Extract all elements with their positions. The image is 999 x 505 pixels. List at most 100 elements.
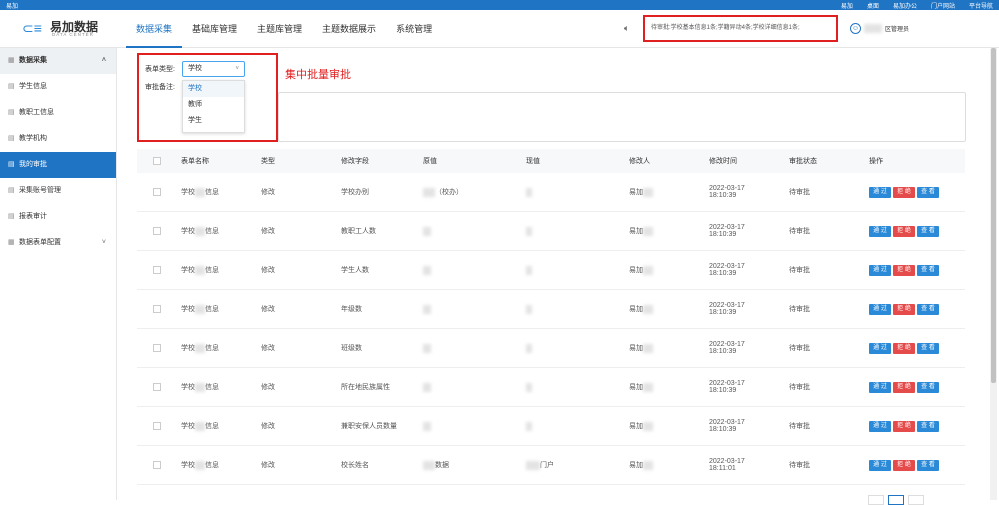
dropdown-option-teacher[interactable]: 教师 (183, 97, 244, 113)
approve-button[interactable]: 通 过 (869, 186, 891, 198)
page-scrollbar[interactable] (990, 48, 997, 500)
reject-button[interactable]: 拒 绝 (893, 225, 915, 237)
nav-tab-theme-library[interactable]: 主题库管理 (247, 10, 312, 48)
row-checkbox[interactable] (153, 305, 161, 313)
redacted-text (526, 304, 532, 314)
pagination-page[interactable] (888, 495, 904, 505)
sidebar-item[interactable]: ▦ 数据表单配置 ˅ (0, 230, 116, 256)
row-new-value (526, 173, 532, 211)
approve-button[interactable]: 通 过 (869, 420, 891, 432)
view-button[interactable]: 查 看 (917, 459, 939, 471)
batch-approval-annotation: 集中批量审批 (285, 69, 351, 81)
row-checkbox[interactable] (153, 227, 161, 235)
row-time-text: 18:10:39 (709, 426, 737, 433)
reject-button[interactable]: 拒 绝 (893, 420, 915, 432)
row-checkbox[interactable] (153, 383, 161, 391)
row-checkbox[interactable] (153, 422, 161, 430)
row-time: 2022-03-17 18:10:39 (709, 212, 745, 250)
system-link[interactable]: 易加 (841, 1, 853, 10)
select-all-checkbox[interactable] (153, 157, 161, 165)
sidebar-item[interactable]: ▤ 我的审批 (0, 152, 116, 178)
system-link[interactable]: 易加办公 (893, 1, 917, 10)
select-all-checkbox-cell[interactable] (153, 149, 161, 173)
view-button[interactable]: 查 看 (917, 303, 939, 315)
view-button[interactable]: 查 看 (917, 225, 939, 237)
view-button[interactable]: 查 看 (917, 342, 939, 354)
redacted-text (423, 382, 431, 392)
header-type: 类型 (261, 158, 275, 165)
reject-button[interactable]: 拒 绝 (893, 381, 915, 393)
approve-button[interactable]: 通 过 (869, 381, 891, 393)
row-type: 修改 (261, 267, 275, 274)
dropdown-option-school[interactable]: 学校 (183, 81, 244, 97)
redacted-text (643, 421, 653, 431)
system-link[interactable]: 门户网站 (931, 1, 955, 10)
sidebar-item-label: 数据采集 (19, 57, 47, 64)
row-checkbox[interactable] (153, 344, 161, 352)
sidebar-item[interactable]: ▤ 报表审计 (0, 204, 116, 230)
view-button[interactable]: 查 看 (917, 381, 939, 393)
sidebar-item[interactable]: ▤ 采集账号管理 (0, 178, 116, 204)
row-checkbox-cell[interactable] (153, 251, 161, 289)
reject-button[interactable]: 拒 绝 (893, 186, 915, 198)
row-checkbox[interactable] (153, 266, 161, 274)
redacted-text (643, 343, 653, 353)
row-form-name: 学校 信息 (181, 407, 219, 445)
row-checkbox-cell[interactable] (153, 212, 161, 250)
view-button[interactable]: 查 看 (917, 420, 939, 432)
nav-tab-system[interactable]: 系统管理 (386, 10, 442, 48)
row-checkbox-cell[interactable] (153, 290, 161, 328)
view-button[interactable]: 查 看 (917, 186, 939, 198)
reject-button[interactable]: 拒 绝 (893, 264, 915, 276)
reject-button[interactable]: 拒 绝 (893, 342, 915, 354)
nav-tab-base-library[interactable]: 基础库管理 (182, 10, 247, 48)
row-checkbox[interactable] (153, 188, 161, 196)
table-header-row: 表单名称 类型 修改字段 原值 现值 修改人 修改时间 审批状态 操作 (137, 149, 965, 173)
reject-button[interactable]: 拒 绝 (893, 303, 915, 315)
system-link[interactable]: 平台导航 (969, 1, 993, 10)
approve-button[interactable]: 通 过 (869, 342, 891, 354)
row-checkbox-cell[interactable] (153, 407, 161, 445)
row-form-name: 学校 信息 (181, 251, 219, 289)
logo[interactable]: ⊂≡ 易加数据 DATA CENTER (22, 18, 117, 42)
redacted-text (423, 187, 435, 197)
scrollbar-thumb[interactable] (991, 48, 996, 383)
row-checkbox-cell[interactable] (153, 329, 161, 367)
row-checkbox-cell[interactable] (153, 446, 161, 484)
sidebar-item[interactable]: ▤ 学生信息 (0, 74, 116, 100)
form-type-select[interactable]: 学校 ˅ (182, 61, 245, 77)
approve-button[interactable]: 通 过 (869, 225, 891, 237)
sidebar-item[interactable]: ▤ 教职工信息 (0, 100, 116, 126)
approve-button[interactable]: 通 过 (869, 303, 891, 315)
pagination-prev[interactable] (868, 495, 884, 505)
nav-tab-data-collection[interactable]: 数据采集 (126, 10, 183, 48)
view-button[interactable]: 查 看 (917, 264, 939, 276)
row-checkbox[interactable] (153, 461, 161, 469)
row-actions: 通 过拒 绝查 看 (869, 407, 939, 445)
sidebar-item-label: 学生信息 (19, 83, 47, 90)
row-date: 2022-03-17 (709, 380, 745, 387)
row-checkbox-cell[interactable] (153, 173, 161, 211)
row-checkbox-cell[interactable] (153, 368, 161, 406)
dropdown-option-student[interactable]: 学生 (183, 113, 244, 129)
row-editor: 易加 (629, 173, 653, 211)
user-menu[interactable]: ☺ 区管理员 (850, 23, 909, 34)
table-row: 学校 信息 修改 校长姓名 数据 门户 易加 2022-03-17 18:11:01 待审批 通 过… (137, 446, 965, 485)
row-time: 2022-03-17 18:10:39 (709, 407, 745, 445)
approve-button[interactable]: 通 过 (869, 459, 891, 471)
header-field: 修改字段 (341, 158, 369, 165)
nav-tab-theme-display[interactable]: 主题数据展示 (312, 10, 386, 48)
system-link[interactable]: 桌面 (867, 1, 879, 10)
sidebar-item[interactable]: ▦ 数据采集 ˄ (0, 48, 116, 74)
row-action-buttons: 通 过拒 绝查 看 (869, 381, 939, 393)
remark-textarea[interactable] (278, 92, 966, 142)
pending-notice[interactable]: 待审批:学校基本信息1条;学籍异动4条;学校详细信息1条; (643, 15, 838, 42)
table-row: 学校 信息 修改 教职工人数 易加 2022-03-17 18:10:39 待审批 通 过拒 绝… (137, 212, 965, 251)
approve-button[interactable]: 通 过 (869, 264, 891, 276)
pagination-next[interactable] (908, 495, 924, 505)
row-time: 2022-03-17 18:10:39 (709, 251, 745, 289)
row-form-name-tail: 信息 (205, 423, 219, 430)
reject-button[interactable]: 拒 绝 (893, 459, 915, 471)
row-old-value: （校办） (423, 173, 463, 211)
sidebar-item[interactable]: ▤ 教学机构 (0, 126, 116, 152)
